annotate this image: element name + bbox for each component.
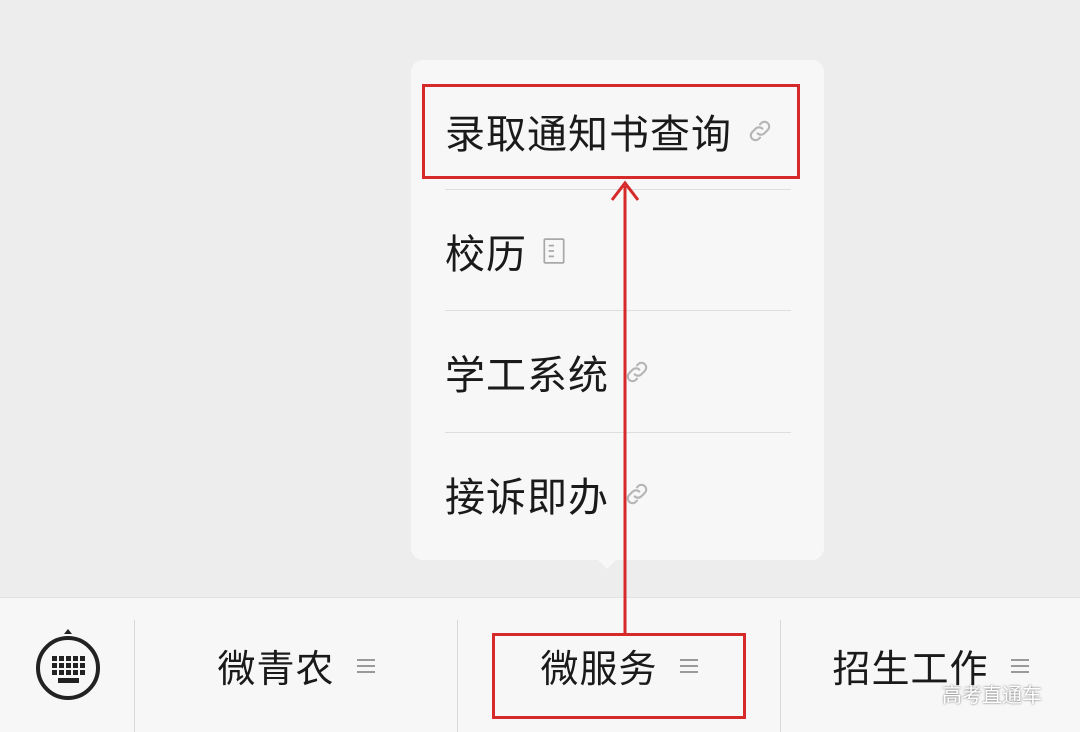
- tab-label: 微青农: [217, 647, 335, 691]
- menu-item-label: 学工系统: [445, 352, 609, 399]
- menu-item-label: 录取通知书查询: [445, 111, 732, 158]
- tab-weiqingnong[interactable]: 微青农: [135, 598, 457, 732]
- tab-admissions[interactable]: 招生工作: [781, 598, 1080, 732]
- link-icon: [746, 117, 774, 145]
- tab-micro-services[interactable]: 微服务: [458, 598, 780, 732]
- tab-label: 微服务: [540, 647, 658, 691]
- keyboard-icon: [32, 628, 104, 704]
- popup-caret: [591, 553, 623, 569]
- menu-lines-icon: [1010, 658, 1029, 674]
- keyboard-toggle-button[interactable]: [0, 598, 135, 732]
- menu-item-school-calendar[interactable]: 校历: [445, 190, 791, 311]
- menu-item-label: 接诉即办: [445, 474, 609, 521]
- link-icon: [623, 480, 651, 508]
- document-icon: [541, 237, 567, 265]
- link-icon: [623, 358, 651, 386]
- menu-item-student-affairs-system[interactable]: 学工系统: [445, 311, 791, 432]
- menu-lines-icon: [679, 658, 698, 674]
- menu-item-admission-letter-query[interactable]: 录取通知书查询: [445, 70, 791, 191]
- submenu-popup: 录取通知书查询 校历 学工系统 接诉即办: [411, 60, 824, 560]
- menu-item-label: 校历: [445, 231, 527, 278]
- menu-lines-icon: [356, 658, 375, 674]
- watermark: 高考直通车: [942, 683, 1042, 707]
- menu-item-complaint-handling[interactable]: 接诉即办: [445, 433, 791, 554]
- bottom-menu-bar: 微青农 微服务 招生工作: [0, 597, 1080, 732]
